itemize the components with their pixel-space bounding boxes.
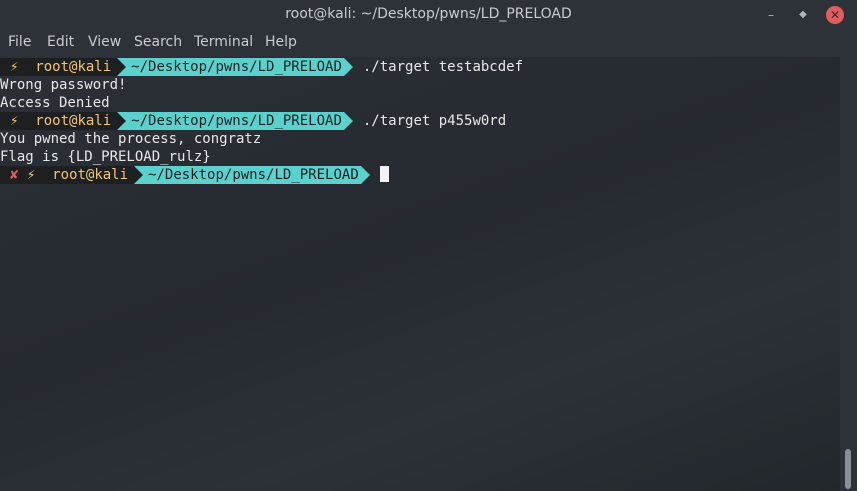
prompt-line: ✘ ⚡ root@kali ~/Desktop/pwns/LD_PRELOAD (0, 166, 389, 184)
bolt-icon: ⚡ (10, 113, 19, 129)
prompt-line: ⚡ root@kali ~/Desktop/pwns/LD_PRELOAD ./ta… (0, 112, 506, 130)
minimize-icon[interactable]: – (762, 6, 780, 24)
close-icon[interactable]: ✕ (826, 6, 844, 24)
bolt-icon: ⚡ (10, 59, 19, 75)
scrollbar[interactable] (840, 57, 857, 491)
prompt-path-segment: ~/Desktop/pwns/LD_PRELOAD (117, 112, 344, 130)
menu-bar: File Edit View Search Terminal Help (0, 30, 857, 57)
powerline-arrow-icon (117, 112, 127, 130)
menu-view[interactable]: View (88, 34, 121, 50)
terminal-window: root@kali: ~/Desktop/pwns/LD_PRELOAD – ◆… (0, 0, 857, 491)
bolt-icon: ⚡ (26, 167, 36, 183)
output-line: Wrong password! (0, 77, 127, 93)
scrollbar-thumb[interactable] (845, 449, 851, 489)
powerline-arrow-icon (343, 58, 353, 76)
prompt-user-segment: ⚡ root@kali (0, 58, 118, 76)
prompt-user: root@kali (35, 113, 112, 129)
powerline-arrow-icon (117, 58, 127, 76)
menu-help[interactable]: Help (265, 34, 297, 50)
prompt-path-segment: ~/Desktop/pwns/LD_PRELOAD (117, 58, 344, 76)
menu-edit[interactable]: Edit (47, 34, 74, 50)
command-text: ./target p455w0rd (362, 113, 507, 129)
powerline-arrow-icon (360, 166, 370, 184)
menu-search[interactable]: Search (134, 34, 182, 50)
powerline-arrow-icon (343, 112, 353, 130)
command-text: ./target testabcdef (362, 59, 524, 75)
window-title: root@kali: ~/Desktop/pwns/LD_PRELOAD (285, 6, 572, 22)
prompt-line: ⚡ root@kali ~/Desktop/pwns/LD_PRELOAD ./ta… (0, 58, 523, 76)
terminal-area[interactable]: ⚡ root@kali ~/Desktop/pwns/LD_PRELOAD ./ta… (0, 57, 840, 491)
prompt-path: ~/Desktop/pwns/LD_PRELOAD (148, 167, 359, 183)
output-line: Flag is {LD_PRELOAD_rulz} (0, 149, 211, 165)
menu-terminal[interactable]: Terminal (194, 34, 253, 50)
prompt-user-segment: ⚡ root@kali (0, 112, 118, 130)
title-bar[interactable]: root@kali: ~/Desktop/pwns/LD_PRELOAD – ◆… (0, 0, 857, 30)
prompt-user: root@kali (52, 167, 129, 183)
powerline-arrow-icon (134, 166, 144, 184)
output-line: You pwned the process, congratz (0, 131, 262, 147)
menu-file[interactable]: File (8, 34, 31, 50)
prompt-path: ~/Desktop/pwns/LD_PRELOAD (131, 113, 342, 129)
output-line: Access Denied (0, 95, 110, 111)
prompt-path-segment: ~/Desktop/pwns/LD_PRELOAD (134, 166, 361, 184)
prompt-user: root@kali (35, 59, 112, 75)
text-cursor[interactable] (379, 166, 389, 182)
prompt-user-segment: ✘ ⚡ root@kali (0, 166, 135, 184)
maximize-icon[interactable]: ◆ (794, 6, 812, 24)
error-x-icon: ✘ (10, 167, 19, 183)
prompt-path: ~/Desktop/pwns/LD_PRELOAD (131, 59, 342, 75)
